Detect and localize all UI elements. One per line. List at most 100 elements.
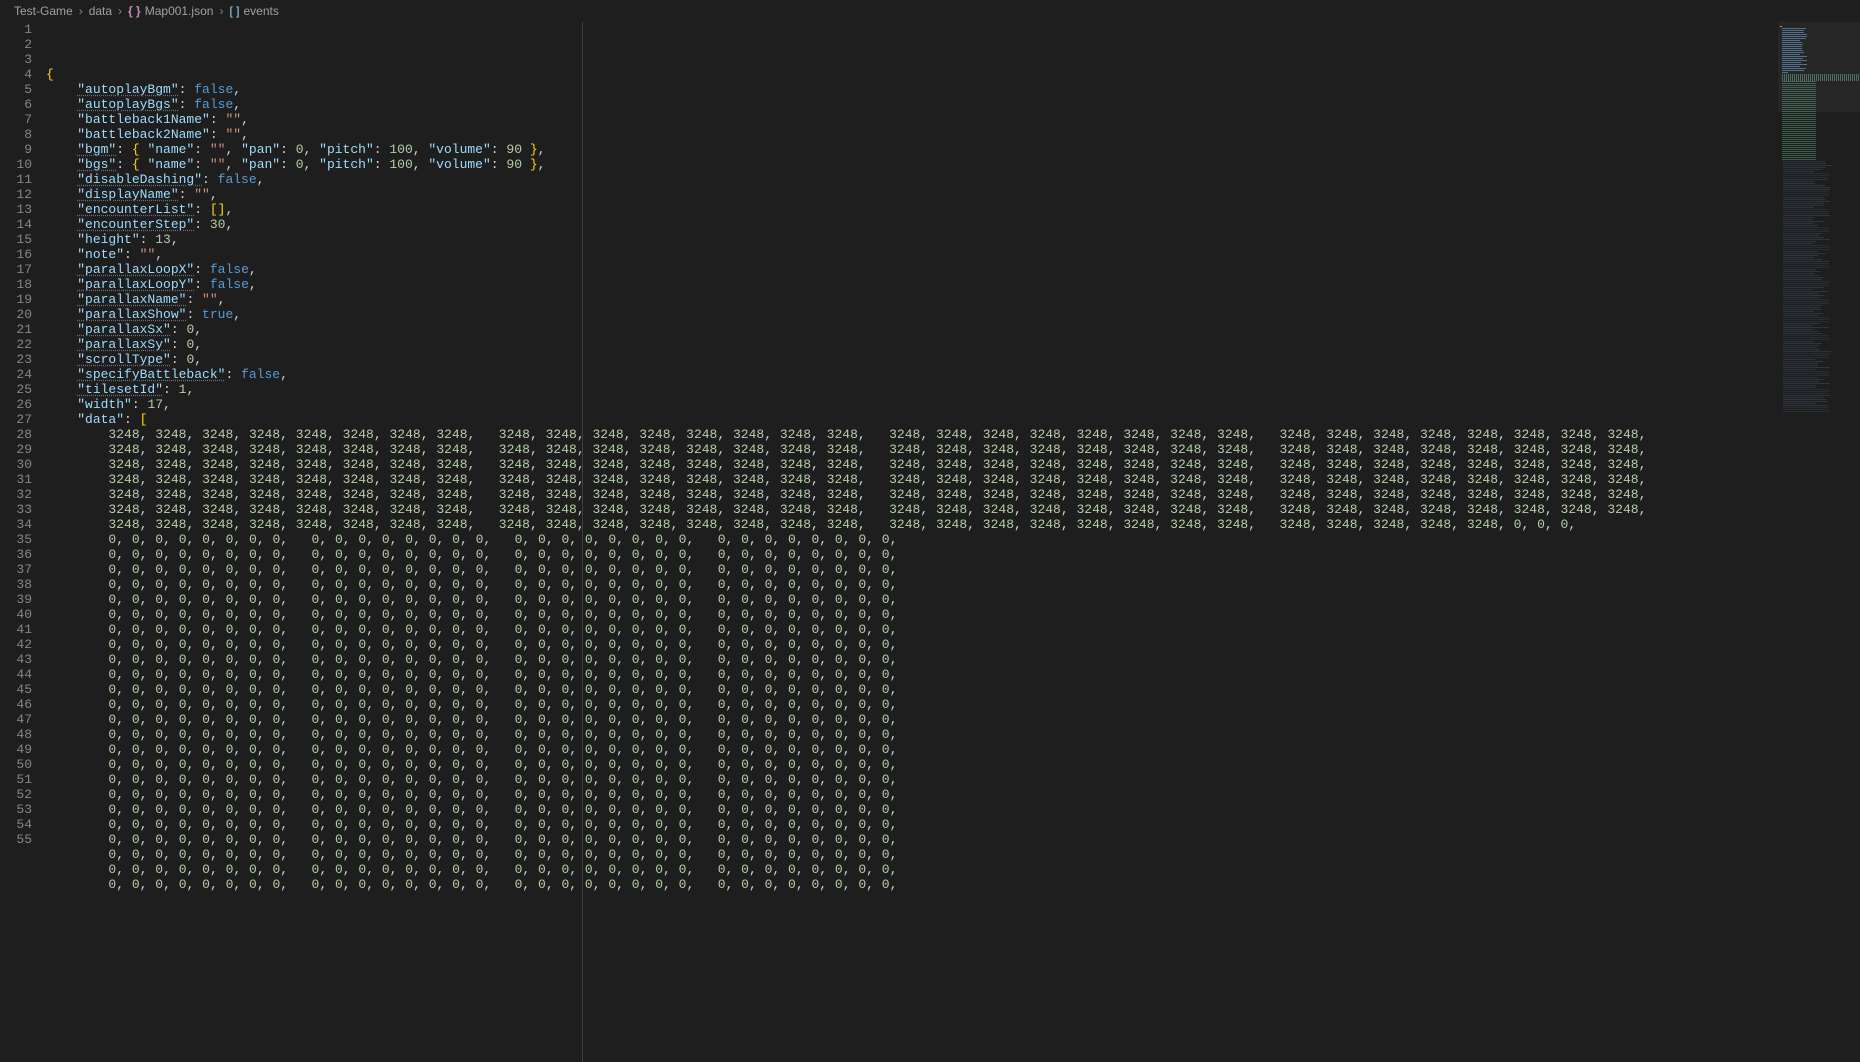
code-line[interactable]: 0, 0, 0, 0, 0, 0, 0, 0, 0, 0, 0, 0, 0, 0… bbox=[46, 757, 1860, 772]
code-line[interactable]: 0, 0, 0, 0, 0, 0, 0, 0, 0, 0, 0, 0, 0, 0… bbox=[46, 712, 1860, 727]
code-line[interactable]: 0, 0, 0, 0, 0, 0, 0, 0, 0, 0, 0, 0, 0, 0… bbox=[46, 652, 1860, 667]
code-line[interactable]: "bgm": { "name": "", "pan": 0, "pitch": … bbox=[46, 142, 1860, 157]
minimap-line bbox=[1783, 305, 1822, 306]
code-line[interactable]: 0, 0, 0, 0, 0, 0, 0, 0, 0, 0, 0, 0, 0, 0… bbox=[46, 547, 1860, 562]
code-line[interactable]: "tilesetId": 1, bbox=[46, 382, 1860, 397]
code-line[interactable]: 3248, 3248, 3248, 3248, 3248, 3248, 3248… bbox=[46, 457, 1860, 472]
minimap-line bbox=[1782, 133, 1816, 134]
code-line[interactable]: 0, 0, 0, 0, 0, 0, 0, 0, 0, 0, 0, 0, 0, 0… bbox=[46, 862, 1860, 877]
minimap-line bbox=[1783, 371, 1829, 372]
code-line[interactable]: "data": [ bbox=[46, 412, 1860, 427]
code-line[interactable]: 3248, 3248, 3248, 3248, 3248, 3248, 3248… bbox=[46, 442, 1860, 457]
code-line[interactable]: "encounterStep": 30, bbox=[46, 217, 1860, 232]
breadcrumb-seg-symbol[interactable]: events bbox=[243, 4, 278, 18]
minimap-viewport[interactable] bbox=[1778, 22, 1860, 112]
minimap-line bbox=[1783, 181, 1814, 182]
breadcrumb-seg-file[interactable]: Map001.json bbox=[145, 4, 214, 18]
code-line[interactable]: 0, 0, 0, 0, 0, 0, 0, 0, 0, 0, 0, 0, 0, 0… bbox=[46, 877, 1860, 892]
minimap-line bbox=[1783, 273, 1814, 274]
code-content[interactable]: { "autoplayBgm": false, "autoplayBgs": f… bbox=[46, 22, 1860, 1062]
minimap-line bbox=[1783, 171, 1814, 172]
code-line[interactable]: 0, 0, 0, 0, 0, 0, 0, 0, 0, 0, 0, 0, 0, 0… bbox=[46, 697, 1860, 712]
code-line[interactable]: "parallaxSy": 0, bbox=[46, 337, 1860, 352]
line-number: 35 bbox=[0, 532, 32, 547]
code-line[interactable]: "autoplayBgs": false, bbox=[46, 97, 1860, 112]
minimap-line bbox=[1782, 145, 1816, 146]
minimap-line bbox=[1783, 323, 1820, 324]
code-line[interactable]: 0, 0, 0, 0, 0, 0, 0, 0, 0, 0, 0, 0, 0, 0… bbox=[46, 592, 1860, 607]
minimap-line bbox=[1783, 245, 1829, 246]
breadcrumb-seg-folder[interactable]: data bbox=[89, 4, 112, 18]
minimap-line bbox=[1783, 193, 1829, 194]
minimap-line bbox=[1783, 373, 1829, 374]
minimap-line bbox=[1783, 201, 1830, 202]
code-line[interactable]: "specifyBattleback": false, bbox=[46, 367, 1860, 382]
code-line[interactable]: 0, 0, 0, 0, 0, 0, 0, 0, 0, 0, 0, 0, 0, 0… bbox=[46, 772, 1860, 787]
line-number: 45 bbox=[0, 682, 32, 697]
minimap-line bbox=[1783, 261, 1829, 262]
code-line[interactable]: 3248, 3248, 3248, 3248, 3248, 3248, 3248… bbox=[46, 502, 1860, 517]
line-number: 50 bbox=[0, 757, 32, 772]
minimap-line bbox=[1783, 361, 1823, 362]
minimap-line bbox=[1783, 345, 1819, 346]
minimap-line bbox=[1782, 149, 1816, 150]
code-line[interactable]: "width": 17, bbox=[46, 397, 1860, 412]
code-line[interactable]: 0, 0, 0, 0, 0, 0, 0, 0, 0, 0, 0, 0, 0, 0… bbox=[46, 637, 1860, 652]
code-line[interactable]: { bbox=[46, 67, 1860, 82]
code-line[interactable]: 0, 0, 0, 0, 0, 0, 0, 0, 0, 0, 0, 0, 0, 0… bbox=[46, 532, 1860, 547]
breadcrumb-seg-project[interactable]: Test-Game bbox=[14, 4, 73, 18]
line-number: 51 bbox=[0, 772, 32, 787]
minimap-line bbox=[1783, 165, 1832, 166]
code-line[interactable]: 0, 0, 0, 0, 0, 0, 0, 0, 0, 0, 0, 0, 0, 0… bbox=[46, 802, 1860, 817]
minimap-line bbox=[1783, 207, 1814, 208]
code-line[interactable]: "disableDashing": false, bbox=[46, 172, 1860, 187]
line-number: 4 bbox=[0, 67, 32, 82]
code-line[interactable]: 0, 0, 0, 0, 0, 0, 0, 0, 0, 0, 0, 0, 0, 0… bbox=[46, 727, 1860, 742]
code-line[interactable]: "parallaxLoopX": false, bbox=[46, 262, 1860, 277]
minimap-line bbox=[1783, 183, 1815, 184]
code-line[interactable]: 0, 0, 0, 0, 0, 0, 0, 0, 0, 0, 0, 0, 0, 0… bbox=[46, 832, 1860, 847]
code-line[interactable]: "displayName": "", bbox=[46, 187, 1860, 202]
minimap-line bbox=[1783, 385, 1817, 386]
code-line[interactable]: "height": 13, bbox=[46, 232, 1860, 247]
code-line[interactable]: 3248, 3248, 3248, 3248, 3248, 3248, 3248… bbox=[46, 472, 1860, 487]
code-line[interactable]: 3248, 3248, 3248, 3248, 3248, 3248, 3248… bbox=[46, 487, 1860, 502]
code-line[interactable]: 0, 0, 0, 0, 0, 0, 0, 0, 0, 0, 0, 0, 0, 0… bbox=[46, 562, 1860, 577]
code-line[interactable]: "parallaxShow": true, bbox=[46, 307, 1860, 322]
code-line[interactable]: "battleback1Name": "", bbox=[46, 112, 1860, 127]
minimap-line bbox=[1783, 309, 1821, 310]
code-line[interactable]: 0, 0, 0, 0, 0, 0, 0, 0, 0, 0, 0, 0, 0, 0… bbox=[46, 607, 1860, 622]
minimap-line bbox=[1783, 379, 1823, 380]
minimap-line bbox=[1783, 411, 1829, 412]
code-line[interactable]: "note": "", bbox=[46, 247, 1860, 262]
line-number: 8 bbox=[0, 127, 32, 142]
code-line[interactable]: "autoplayBgm": false, bbox=[46, 82, 1860, 97]
code-line[interactable]: 0, 0, 0, 0, 0, 0, 0, 0, 0, 0, 0, 0, 0, 0… bbox=[46, 667, 1860, 682]
code-line[interactable]: 0, 0, 0, 0, 0, 0, 0, 0, 0, 0, 0, 0, 0, 0… bbox=[46, 787, 1860, 802]
code-line[interactable]: "parallaxSx": 0, bbox=[46, 322, 1860, 337]
code-line[interactable]: "scrollType": 0, bbox=[46, 352, 1860, 367]
minimap-line bbox=[1783, 243, 1813, 244]
code-line[interactable]: "bgs": { "name": "", "pan": 0, "pitch": … bbox=[46, 157, 1860, 172]
code-line[interactable]: 3248, 3248, 3248, 3248, 3248, 3248, 3248… bbox=[46, 517, 1860, 532]
line-number: 44 bbox=[0, 667, 32, 682]
code-line[interactable]: 0, 0, 0, 0, 0, 0, 0, 0, 0, 0, 0, 0, 0, 0… bbox=[46, 682, 1860, 697]
line-number: 13 bbox=[0, 202, 32, 217]
minimap[interactable] bbox=[1778, 22, 1860, 1062]
code-line[interactable]: 3248, 3248, 3248, 3248, 3248, 3248, 3248… bbox=[46, 427, 1860, 442]
minimap-line bbox=[1782, 157, 1816, 158]
code-line[interactable]: "encounterList": [], bbox=[46, 202, 1860, 217]
editor-area[interactable]: 1234567891011121314151617181920212223242… bbox=[0, 22, 1860, 1062]
code-line[interactable]: "parallaxName": "", bbox=[46, 292, 1860, 307]
breadcrumb[interactable]: Test-Game › data › { } Map001.json › [ ]… bbox=[0, 0, 1860, 22]
minimap-line bbox=[1783, 235, 1819, 236]
minimap-line bbox=[1782, 119, 1816, 120]
code-line[interactable]: 0, 0, 0, 0, 0, 0, 0, 0, 0, 0, 0, 0, 0, 0… bbox=[46, 577, 1860, 592]
code-line[interactable]: "battleback2Name": "", bbox=[46, 127, 1860, 142]
code-line[interactable]: 0, 0, 0, 0, 0, 0, 0, 0, 0, 0, 0, 0, 0, 0… bbox=[46, 622, 1860, 637]
code-line[interactable]: "parallaxLoopY": false, bbox=[46, 277, 1860, 292]
code-line[interactable]: 0, 0, 0, 0, 0, 0, 0, 0, 0, 0, 0, 0, 0, 0… bbox=[46, 817, 1860, 832]
code-line[interactable]: 0, 0, 0, 0, 0, 0, 0, 0, 0, 0, 0, 0, 0, 0… bbox=[46, 847, 1860, 862]
minimap-line bbox=[1783, 267, 1829, 268]
code-line[interactable]: 0, 0, 0, 0, 0, 0, 0, 0, 0, 0, 0, 0, 0, 0… bbox=[46, 742, 1860, 757]
